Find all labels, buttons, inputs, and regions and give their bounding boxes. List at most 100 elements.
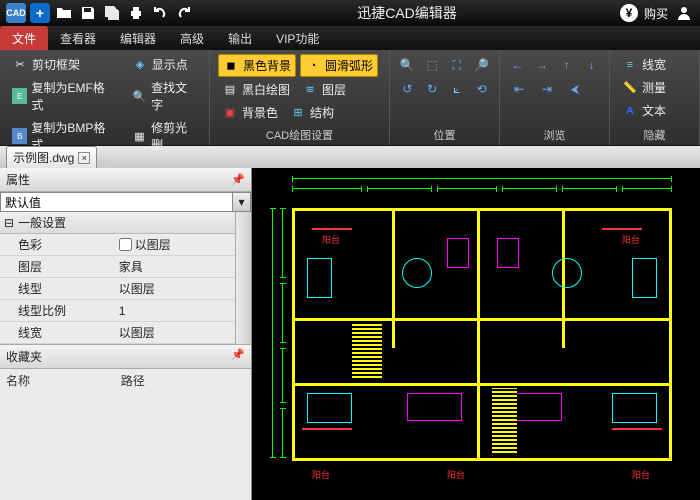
linew-icon: ≡ — [622, 57, 638, 73]
color-icon: ▣ — [222, 105, 238, 121]
rotate-ccw-icon[interactable]: ↺ — [398, 78, 417, 100]
scissors-icon: ✂ — [12, 57, 28, 73]
prop-value[interactable]: 1 — [113, 300, 235, 321]
group-draw-label: CAD绘图设置 — [218, 125, 381, 143]
prop-key: 线型比例 — [0, 300, 113, 321]
prop-row[interactable]: 线宽以图层 — [0, 322, 235, 344]
prop-value[interactable]: 以图层 — [113, 234, 235, 255]
bgcolor-button[interactable]: ▣背景色 — [218, 102, 282, 123]
app-title: 迅捷CAD编辑器 — [198, 3, 616, 23]
nav-last-icon[interactable]: ⇥ — [536, 78, 558, 100]
buy-link[interactable]: 购买 — [644, 5, 668, 22]
emf-icon: E — [12, 88, 27, 104]
bmp-icon: B — [12, 128, 27, 144]
zoom-sel-icon[interactable]: ⬚ — [423, 54, 442, 76]
drawing-canvas[interactable]: 阳台 阳台 阳台 阳台 阳台 — [252, 168, 700, 500]
chevron-down-icon[interactable]: ▾ — [232, 193, 250, 211]
prop-row[interactable]: 色彩 以图层 — [0, 234, 235, 256]
show-points-button[interactable]: ◈显示点 — [128, 54, 201, 75]
prop-row[interactable]: 线型以图层 — [0, 278, 235, 300]
prop-row[interactable]: 线型比例1 — [0, 300, 235, 322]
close-tab-icon[interactable]: × — [78, 152, 90, 164]
crop-frame-button[interactable]: ✂剪切框架 — [8, 54, 118, 75]
layer-icon: ≋ — [302, 82, 318, 98]
props-scrollbar[interactable] — [235, 212, 251, 344]
nav-down-icon[interactable]: ↓ — [582, 54, 601, 76]
linewidth-button[interactable]: ≡线宽 — [618, 54, 691, 75]
nav-up-icon[interactable]: ↑ — [558, 54, 577, 76]
nav-right-icon[interactable]: → — [533, 54, 552, 76]
checkbox[interactable] — [119, 238, 132, 251]
save-all-icon[interactable] — [102, 3, 122, 23]
zoom-out-icon[interactable]: 🔎 — [472, 54, 491, 76]
menu-vip[interactable]: VIP功能 — [264, 26, 331, 50]
trim-icon: ▦ — [132, 128, 147, 144]
find-text-button[interactable]: 🔍查找文字 — [128, 77, 201, 115]
prop-value[interactable]: 以图层 — [113, 322, 235, 343]
bw-draw-button[interactable]: ▤黑白绘图 — [218, 79, 294, 100]
measure-button[interactable]: 📏测量 — [618, 77, 691, 98]
black-bg-button[interactable]: ◼黑色背景 — [218, 54, 296, 77]
title-bar: CAD + 迅捷CAD编辑器 ¥ 购买 — [0, 0, 700, 26]
layer-button[interactable]: ≋图层 — [298, 79, 350, 100]
bw-icon: ▤ — [222, 82, 238, 98]
prop-key: 线型 — [0, 278, 113, 299]
text-button[interactable]: A文本 — [618, 100, 691, 121]
menu-file[interactable]: 文件 — [0, 26, 48, 50]
favorites-columns: 名称 路径 — [0, 369, 251, 392]
prop-key: 色彩 — [0, 234, 113, 255]
default-combo[interactable]: ▾ — [0, 192, 251, 212]
file-tab[interactable]: 示例图.dwg × — [6, 146, 97, 168]
reset-icon[interactable]: ⟲ — [472, 78, 491, 100]
struct-button[interactable]: ⊞结构 — [286, 102, 338, 123]
user-icon[interactable] — [674, 3, 694, 23]
struct-icon: ⊞ — [290, 105, 306, 121]
rotate-cw-icon[interactable]: ↻ — [423, 78, 442, 100]
angle-icon[interactable]: ⟀ — [448, 78, 467, 100]
prop-row[interactable]: 图层家具 — [0, 256, 235, 278]
file-tab-label: 示例图.dwg — [13, 149, 74, 166]
pin-icon[interactable]: 📌 — [231, 348, 245, 365]
menu-editor[interactable]: 编辑器 — [108, 26, 168, 50]
trim-button[interactable]: ▦修剪光删 — [128, 117, 201, 155]
default-input[interactable] — [1, 193, 232, 211]
properties-panel: 属性 📌 ▾ ⊟一般设置 色彩 以图层图层家具线型以图层线型比例1线宽以图层 收… — [0, 168, 252, 500]
category-general[interactable]: ⊟一般设置 — [0, 212, 235, 234]
zoom-fit-icon[interactable]: ⛶ — [448, 54, 467, 76]
nav-first-icon[interactable]: ⇤ — [508, 78, 530, 100]
group-browse-label: 浏览 — [508, 125, 601, 143]
menu-viewer[interactable]: 查看器 — [48, 26, 108, 50]
open-icon[interactable] — [54, 3, 74, 23]
blackbg-icon: ◼ — [223, 58, 239, 74]
zoom-in-icon[interactable]: 🔍 — [398, 54, 417, 76]
col-path: 路径 — [121, 372, 145, 389]
redo-icon[interactable] — [174, 3, 194, 23]
prop-value[interactable]: 以图层 — [113, 278, 235, 299]
save-icon[interactable] — [78, 3, 98, 23]
menu-bar: 文件 查看器 编辑器 高级 输出 VIP功能 — [0, 26, 700, 50]
col-name: 名称 — [6, 372, 121, 389]
ribbon: ✂剪切框架 E复制为EMF格式 B复制为BMP格式 ◈显示点 🔍查找文字 ▦修剪… — [0, 50, 700, 146]
copy-emf-button[interactable]: E复制为EMF格式 — [8, 77, 118, 115]
group-hide-label: 隐藏 — [618, 125, 691, 143]
prop-value[interactable]: 家具 — [113, 256, 235, 277]
group-pos-label: 位置 — [398, 125, 491, 143]
nav-left-icon[interactable]: ← — [508, 54, 527, 76]
menu-output[interactable]: 输出 — [216, 26, 264, 50]
prop-key: 图层 — [0, 256, 113, 277]
undo-icon[interactable] — [150, 3, 170, 23]
favorites-header: 收藏夹 📌 — [0, 344, 251, 369]
pin-icon[interactable]: 📌 — [231, 173, 245, 186]
new-file-icon[interactable]: + — [30, 3, 50, 23]
app-logo[interactable]: CAD — [6, 3, 26, 23]
currency-icon[interactable]: ¥ — [620, 4, 638, 22]
collapse-icon[interactable]: ⊟ — [4, 216, 14, 230]
print-icon[interactable] — [126, 3, 146, 23]
menu-advanced[interactable]: 高级 — [168, 26, 216, 50]
props-header: 属性 📌 — [0, 168, 251, 192]
workspace: 属性 📌 ▾ ⊟一般设置 色彩 以图层图层家具线型以图层线型比例1线宽以图层 收… — [0, 168, 700, 500]
point-icon: ◈ — [132, 57, 148, 73]
smooth-arc-button[interactable]: ◔圆滑弧形 — [300, 54, 378, 77]
prop-key: 线宽 — [0, 322, 113, 343]
nav-prev-icon[interactable]: ⮜ — [564, 78, 586, 100]
